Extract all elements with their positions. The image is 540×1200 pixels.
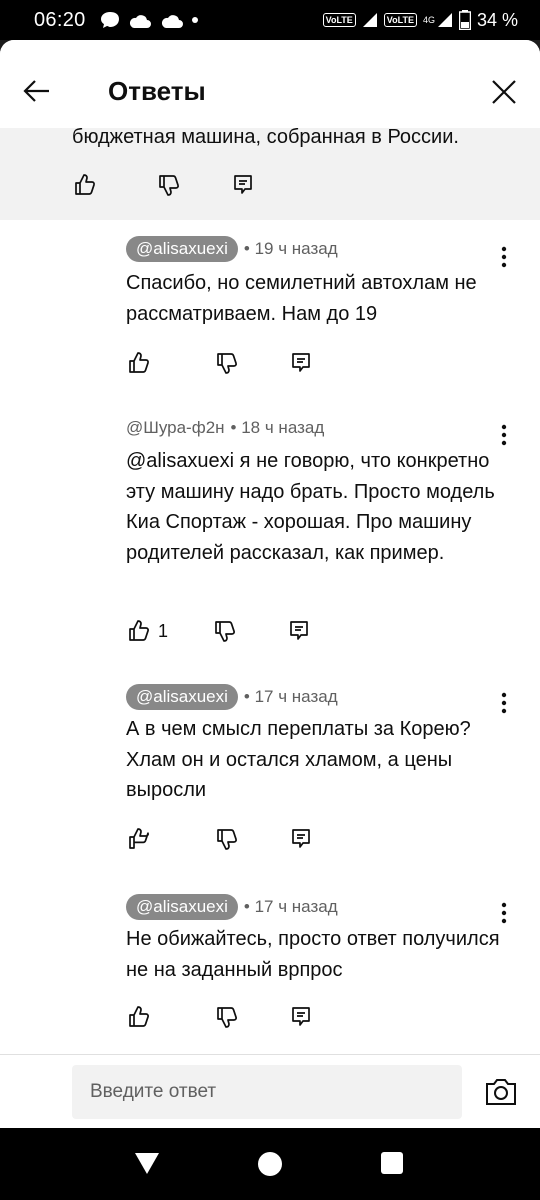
reply-icon	[234, 175, 252, 194]
more-notifications-dot-icon	[191, 17, 198, 23]
more-options-button[interactable]	[494, 244, 514, 270]
thumbs-down-icon	[159, 175, 179, 196]
reply-icon	[290, 621, 308, 640]
thumbs-up-icon	[129, 352, 149, 373]
more-options-button[interactable]	[494, 900, 514, 926]
arrow-left-icon	[23, 80, 49, 102]
thumbs-down-icon	[217, 829, 237, 850]
status-bar: 06:20 VoLTE VoLTE 4G 34 %	[0, 0, 540, 40]
more-vertical-icon	[501, 424, 507, 446]
reply-button[interactable]	[288, 350, 314, 376]
reply-actions	[126, 1004, 314, 1030]
like-button[interactable]	[126, 350, 152, 376]
reply-time: • 17 ч назад	[243, 687, 338, 706]
battery-icon	[458, 10, 471, 30]
volte-badge: VoLTE	[322, 13, 356, 27]
reply-input-placeholder: Введите ответ	[90, 1081, 217, 1102]
reply-actions	[126, 826, 314, 852]
author-chip[interactable]: @alisaxuexi	[126, 684, 238, 710]
replies-sheet: бюджетная машина, собранная в России. От…	[0, 40, 540, 1128]
dislike-button[interactable]	[212, 618, 238, 644]
thumbs-down-icon	[217, 1007, 237, 1028]
page-title: Ответы	[108, 76, 206, 106]
close-icon	[492, 80, 516, 104]
thumbs-up-icon	[129, 1006, 149, 1027]
thumbs-down-icon	[215, 621, 235, 642]
status-right: VoLTE VoLTE 4G 34 %	[322, 9, 518, 31]
back-button[interactable]	[22, 76, 52, 106]
like-button[interactable]	[126, 1004, 152, 1030]
cloud-icon	[129, 15, 151, 28]
cloud-icon	[161, 15, 183, 28]
more-vertical-icon	[501, 246, 507, 268]
reply-actions: 1	[126, 618, 312, 644]
more-options-button[interactable]	[494, 690, 514, 716]
battery-percent: 34 %	[476, 9, 518, 30]
reply-time: • 17 ч назад	[243, 897, 338, 916]
reply-text: Не обижайтесь, просто ответ получился не…	[126, 928, 500, 981]
reply-author-line: @alisaxuexi • 17 ч назад	[126, 894, 338, 920]
signal-icon	[362, 13, 377, 27]
reply-button[interactable]	[288, 826, 314, 852]
reply-icon	[292, 353, 310, 372]
like-button[interactable]	[126, 826, 152, 852]
reply-text: @alisaxuexi я не говорю, что конкретно э…	[126, 450, 495, 564]
author-chip[interactable]: @alisaxuexi	[126, 894, 238, 920]
parent-comment-text: бюджетная машина, собранная в России.	[72, 126, 459, 148]
reply-input-bar: Введите ответ	[0, 1054, 540, 1128]
network-type: 4G	[422, 15, 435, 25]
thumbs-up-icon	[129, 620, 149, 641]
dislike-button[interactable]	[156, 172, 182, 198]
more-options-button[interactable]	[494, 422, 514, 448]
nav-back-button[interactable]	[134, 1150, 160, 1181]
reply-text: А в чем смысл переплаты за Корею? Хлам о…	[126, 718, 471, 801]
dislike-button[interactable]	[214, 350, 240, 376]
triangle-back-icon	[135, 1153, 159, 1174]
reply-icon	[292, 829, 310, 848]
more-vertical-icon	[501, 692, 507, 714]
reply-button[interactable]	[288, 1004, 314, 1030]
camera-icon	[486, 1079, 516, 1105]
reply-icon	[292, 1007, 310, 1026]
system-nav-bar	[0, 1128, 540, 1200]
thumbs-up-icon	[75, 174, 95, 195]
reply-author-line: @alisaxuexi • 19 ч назад	[126, 236, 338, 262]
thumbs-down-icon	[217, 353, 237, 374]
camera-button[interactable]	[484, 1077, 518, 1107]
author-name[interactable]: @Шура-ф2н	[126, 418, 225, 438]
reply-author-line: @Шура-ф2н • 18 ч назад	[126, 418, 324, 438]
status-time: 06:20	[34, 8, 86, 31]
thumbs-up-icon	[129, 828, 149, 849]
reply-input[interactable]: Введите ответ	[72, 1065, 462, 1119]
reply-text: Спасибо, но семилетний автохлам не рассм…	[126, 272, 477, 325]
close-button[interactable]	[490, 78, 518, 106]
more-vertical-icon	[501, 902, 507, 924]
reply-author-line: @alisaxuexi • 17 ч назад	[126, 684, 338, 710]
like-button[interactable]	[126, 618, 152, 644]
reply-time: • 18 ч назад	[230, 418, 325, 437]
reply-button[interactable]	[230, 172, 256, 198]
author-chip[interactable]: @alisaxuexi	[126, 236, 238, 262]
volte-badge: VoLTE	[383, 13, 417, 27]
reply-time: • 19 ч назад	[243, 239, 338, 258]
like-button[interactable]	[72, 172, 98, 198]
nav-home-button[interactable]	[258, 1152, 282, 1176]
parent-actions	[72, 172, 256, 198]
signal-icon	[437, 13, 452, 27]
notification-icons	[100, 11, 198, 29]
dislike-button[interactable]	[214, 826, 240, 852]
header: Ответы	[0, 40, 540, 128]
nav-recents-button[interactable]	[381, 1152, 403, 1174]
dislike-button[interactable]	[214, 1004, 240, 1030]
chat-bubble-icon	[100, 12, 119, 28]
reply-actions	[126, 350, 314, 376]
reply-button[interactable]	[286, 618, 312, 644]
like-count: 1	[158, 620, 169, 641]
